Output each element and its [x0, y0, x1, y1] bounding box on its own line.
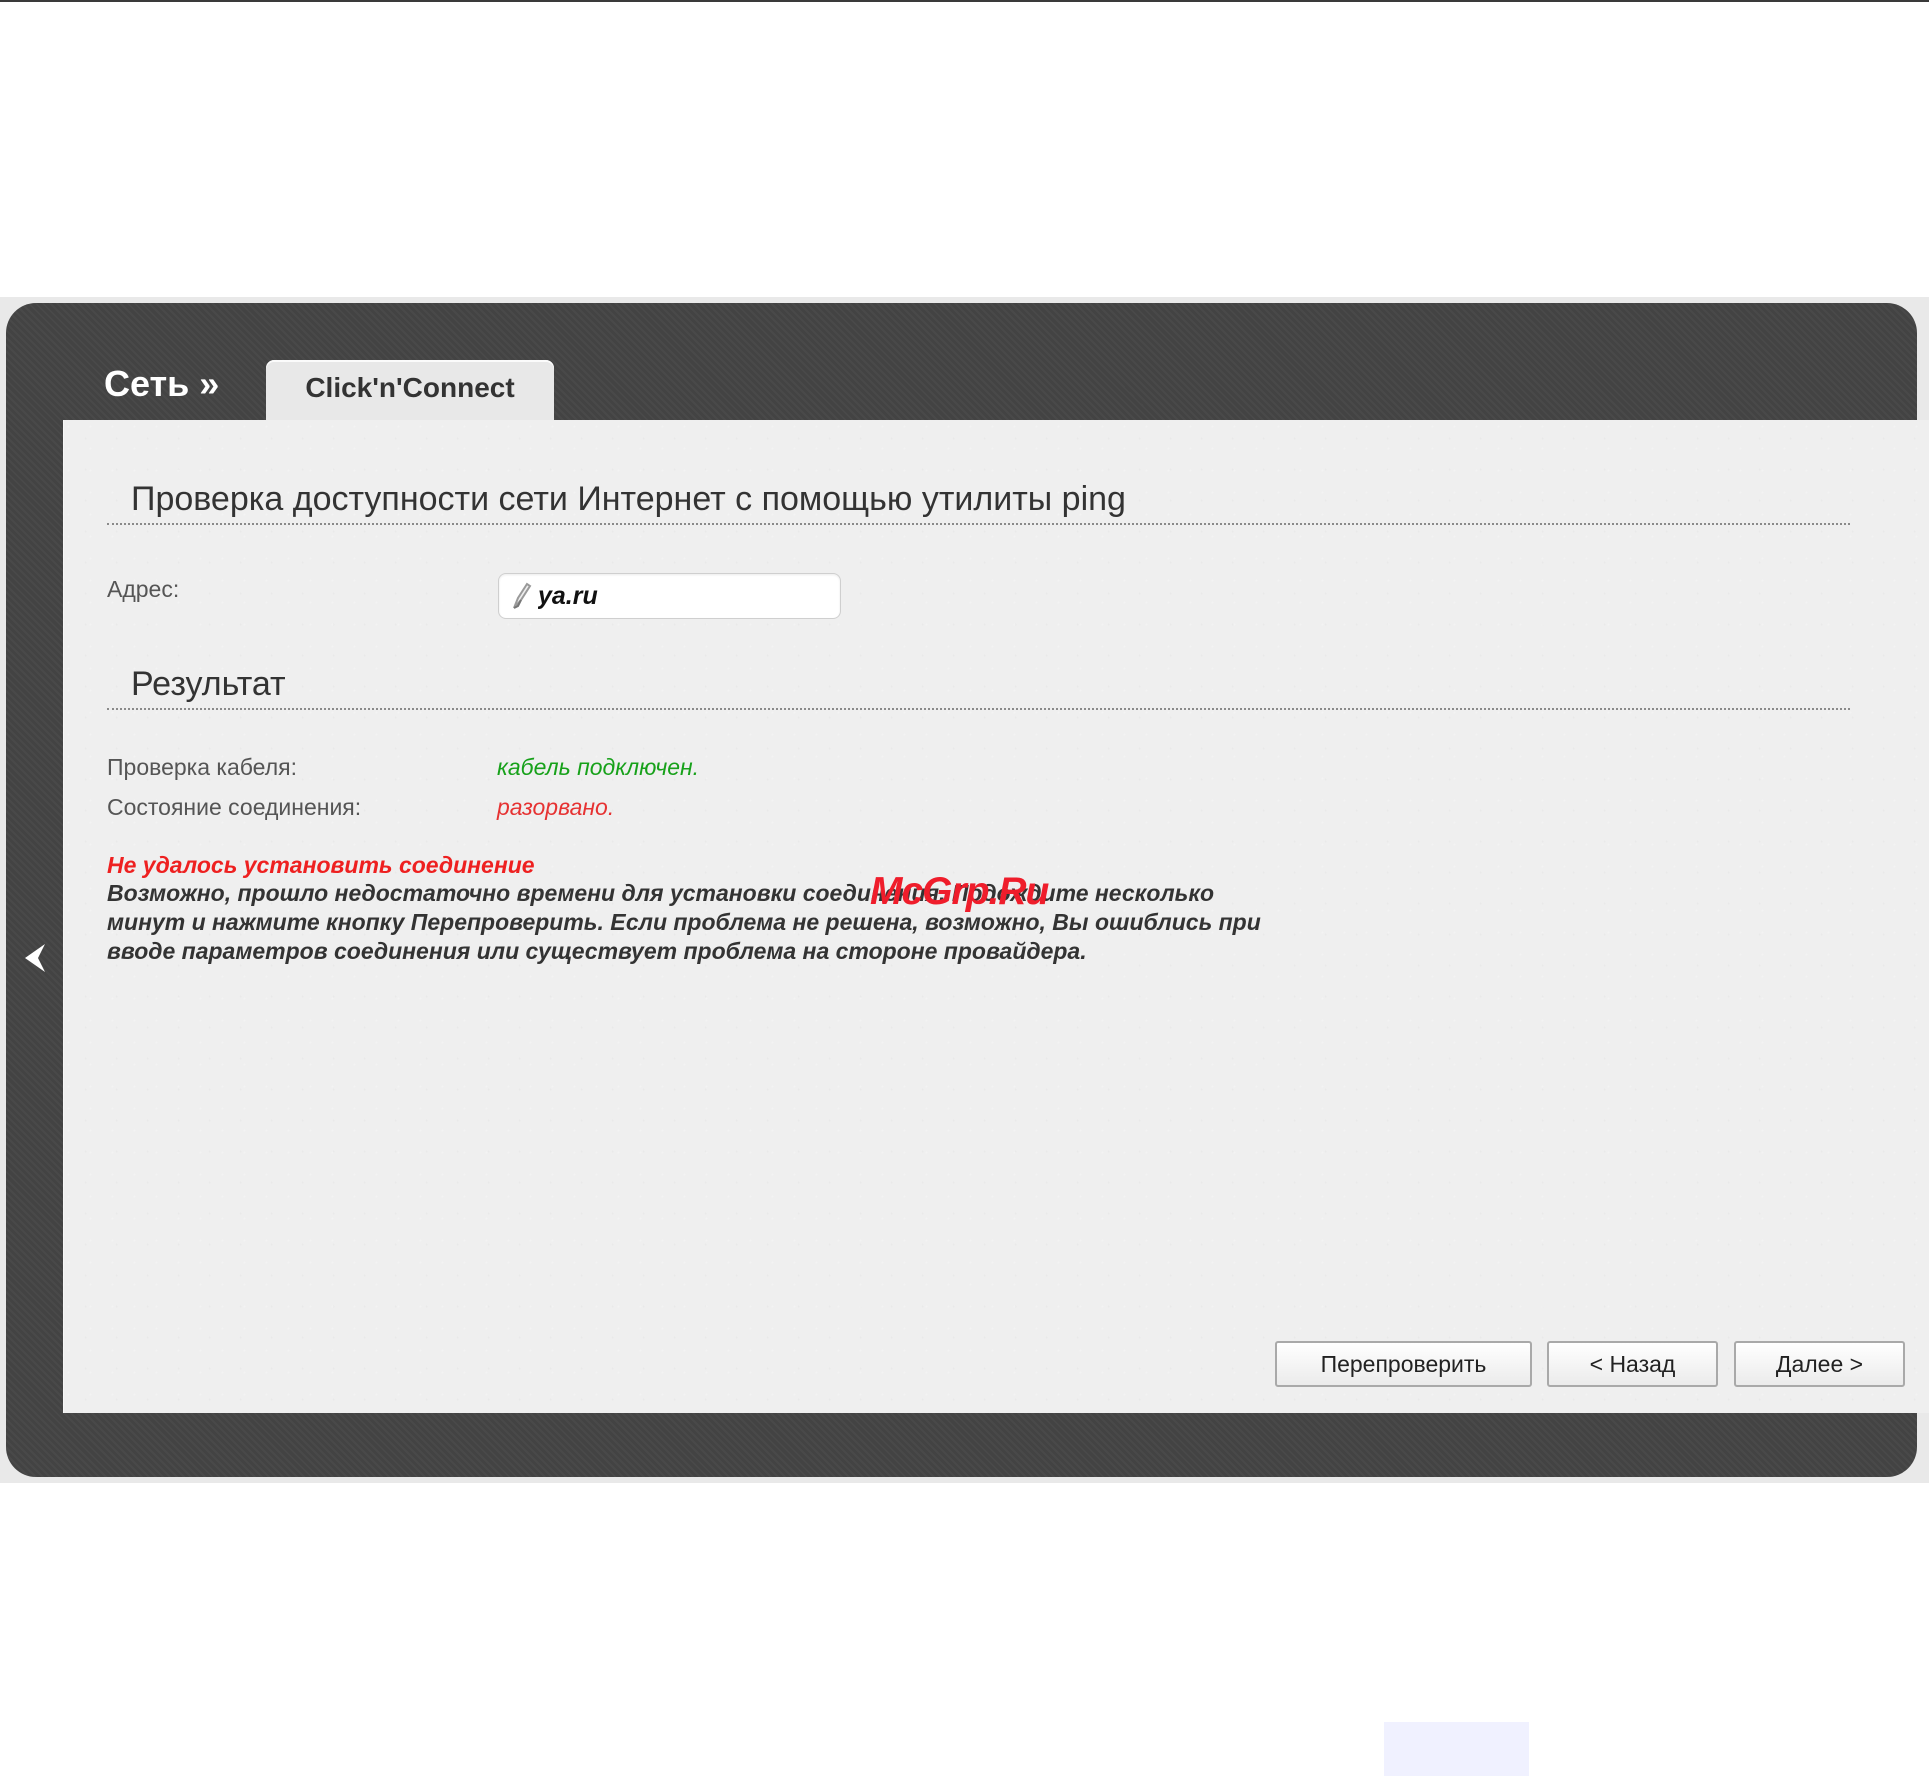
connection-state-status: разорвано. — [497, 794, 615, 820]
result-section-title: Результат — [131, 665, 286, 703]
mcgrp-watermark: McGrp.Ru — [870, 870, 1049, 913]
address-input[interactable] — [498, 573, 841, 619]
back-button[interactable]: < Назад — [1547, 1341, 1718, 1387]
ping-section-divider — [107, 523, 1850, 525]
cable-check-status: кабель подключен. — [497, 754, 700, 780]
next-button[interactable]: Далее > — [1734, 1341, 1905, 1387]
connection-state-label: Состояние соединения: — [107, 794, 362, 820]
ping-section-title: Проверка доступности сети Интернет с пом… — [131, 480, 1126, 518]
connection-error-message: Возможно, прошло недостаточно времени дл… — [107, 880, 1261, 964]
network-breadcrumb: Сеть » — [104, 363, 220, 404]
bottom-light-rectangle — [1384, 1722, 1529, 1776]
result-section-divider — [107, 708, 1850, 710]
tab-click-n-connect[interactable]: Click'n'Connect — [266, 360, 554, 422]
cable-check-label: Проверка кабеля: — [107, 754, 297, 780]
pencil-icon — [513, 582, 532, 609]
recheck-button[interactable]: Перепроверить — [1275, 1341, 1532, 1387]
top-page-rule — [0, 0, 1929, 2]
address-label: Адрес: — [107, 576, 180, 602]
connection-error-title: Не удалось установить соединение — [107, 852, 535, 878]
chevron-left-icon[interactable] — [20, 941, 50, 975]
